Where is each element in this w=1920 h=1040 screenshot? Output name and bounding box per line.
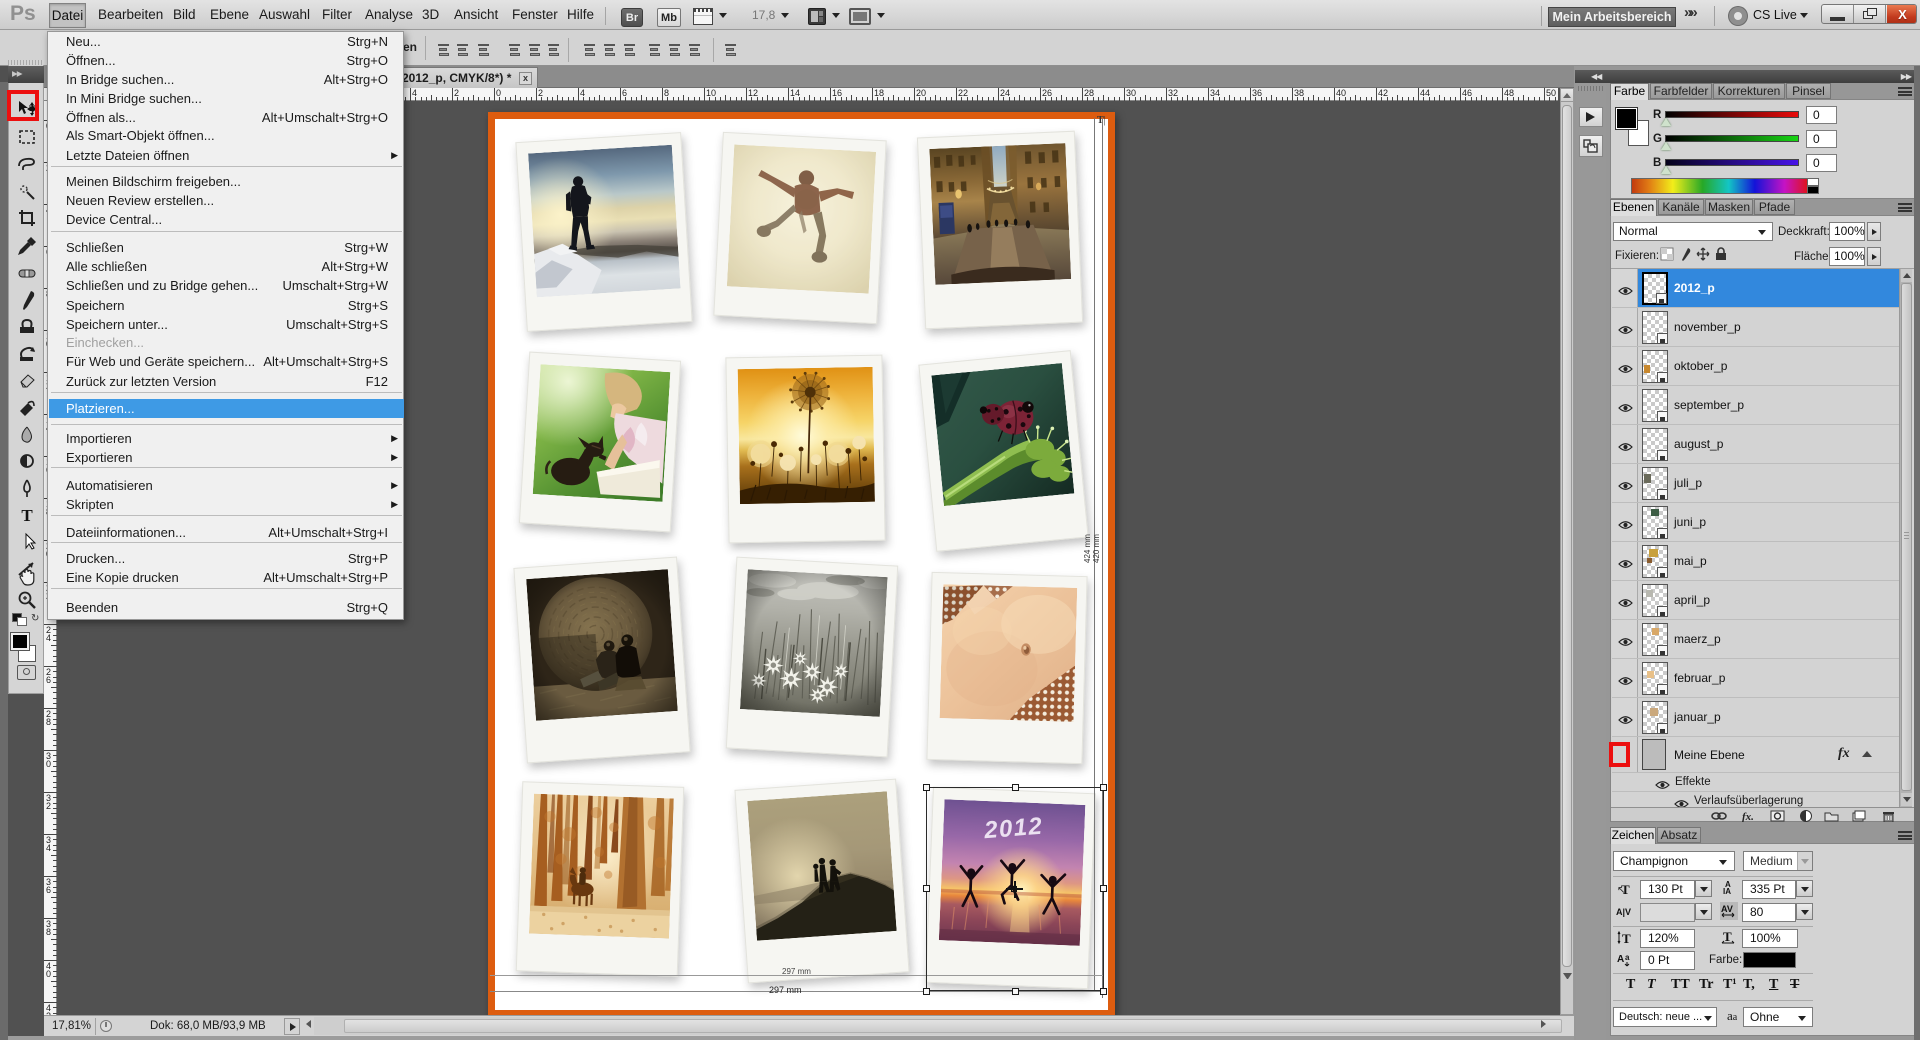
svg-text:T: T [1621, 882, 1630, 897]
svg-text:T: T [21, 506, 33, 525]
svg-text:T: T [1723, 930, 1732, 944]
svg-text:A|V: A|V [1616, 907, 1631, 917]
svg-text:a: a [1625, 953, 1630, 962]
svg-text:T: T [1622, 931, 1631, 946]
svg-text:AV: AV [1721, 904, 1733, 914]
svg-text:IA: IA [1723, 887, 1731, 896]
svg-text:A: A [1617, 954, 1624, 965]
svg-text:fx.: fx. [1742, 811, 1754, 822]
